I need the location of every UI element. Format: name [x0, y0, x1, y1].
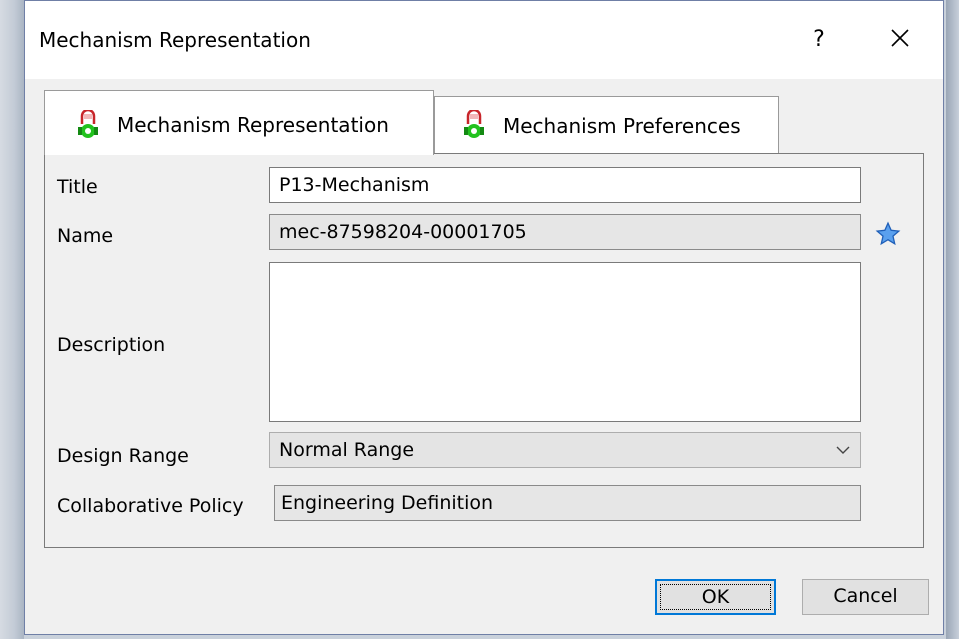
mechanism-representation-dialog: Mechanism Representation ? Mechanism Rep… — [24, 0, 944, 635]
design-range-select[interactable]: Normal Range — [269, 432, 861, 468]
name-field: mec-87598204-00001705 — [269, 214, 861, 250]
close-icon — [891, 29, 909, 47]
name-label: Name — [57, 225, 114, 247]
ok-button[interactable]: OK — [655, 579, 776, 615]
chevron-down-icon — [836, 446, 850, 454]
design-range-value: Normal Range — [279, 439, 415, 461]
background-right-edge — [946, 0, 959, 639]
tab-label: Mechanism Preferences — [503, 114, 741, 138]
collaborative-policy-label: Collaborative Policy — [57, 495, 244, 517]
design-range-label: Design Range — [57, 445, 189, 467]
title-bar: Mechanism Representation ? — [25, 1, 943, 79]
help-button[interactable]: ? — [807, 23, 831, 57]
tab-panel: Title P13-Mechanism Name mec-87598204-00… — [44, 153, 924, 548]
title-input[interactable]: P13-Mechanism — [269, 167, 861, 203]
background-left-edge — [0, 0, 24, 639]
tab-label: Mechanism Representation — [117, 113, 389, 137]
star-icon[interactable] — [875, 221, 901, 247]
mechanism-icon — [464, 110, 484, 138]
description-textarea[interactable] — [269, 262, 861, 422]
title-label: Title — [57, 176, 98, 198]
tab-mechanism-representation[interactable]: Mechanism Representation — [44, 90, 434, 155]
collaborative-policy-field: Engineering Definition — [274, 485, 861, 521]
description-label: Description — [57, 334, 166, 356]
focus-rect — [660, 584, 771, 610]
cancel-button[interactable]: Cancel — [802, 579, 929, 615]
tab-mechanism-preferences[interactable]: Mechanism Preferences — [434, 96, 779, 154]
close-button[interactable] — [883, 21, 917, 57]
window-title: Mechanism Representation — [39, 28, 311, 52]
mechanism-icon — [78, 110, 98, 138]
